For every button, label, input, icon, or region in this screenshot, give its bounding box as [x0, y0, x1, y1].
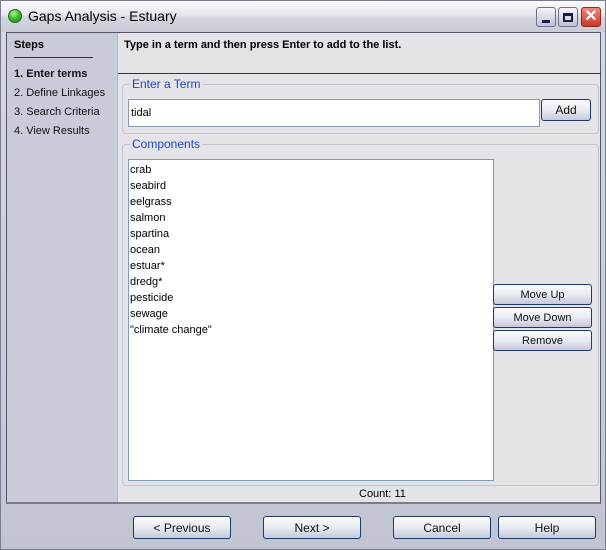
help-button[interactable]: Help	[498, 516, 596, 539]
enter-term-group: Enter a Term Add	[122, 77, 599, 134]
list-item[interactable]: estuar*	[129, 258, 493, 274]
list-item[interactable]: salmon	[129, 210, 493, 226]
list-item[interactable]: crab	[129, 162, 493, 178]
remove-button[interactable]: Remove	[493, 330, 592, 351]
step-enter-terms: 1. Enter terms	[14, 68, 88, 80]
minimize-button[interactable]	[536, 7, 556, 27]
cancel-button[interactable]: Cancel	[393, 516, 491, 539]
wizard-panel: Steps 1. Enter terms 2. Define Linkages …	[6, 32, 601, 504]
steps-sidebar: Steps 1. Enter terms 2. Define Linkages …	[7, 33, 118, 502]
maximize-button[interactable]	[558, 7, 578, 27]
components-list[interactable]: crab seabird eelgrass salmon spartina oc…	[128, 159, 494, 481]
list-item[interactable]: seabird	[129, 178, 493, 194]
list-item[interactable]: dredg*	[129, 274, 493, 290]
app-window: Gaps Analysis - Estuary ✕ Steps 1. Enter…	[0, 0, 606, 550]
window-title: Gaps Analysis - Estuary	[28, 8, 177, 24]
close-icon: ✕	[584, 8, 598, 25]
title-bar[interactable]: Gaps Analysis - Estuary ✕	[1, 1, 605, 32]
instruction-text: Type in a term and then press Enter to a…	[124, 39, 402, 51]
next-button[interactable]: Next >	[263, 516, 361, 539]
term-input[interactable]	[128, 99, 540, 127]
list-item[interactable]: eelgrass	[129, 194, 493, 210]
list-item[interactable]: ocean	[129, 242, 493, 258]
move-down-button[interactable]: Move Down	[493, 307, 592, 328]
list-item[interactable]: pesticide	[129, 290, 493, 306]
minimize-icon	[542, 19, 550, 23]
instruction-divider	[118, 73, 601, 74]
list-item[interactable]: sewage	[129, 306, 493, 322]
previous-button[interactable]: < Previous	[133, 516, 231, 539]
step-view-results: 4. View Results	[14, 125, 90, 137]
close-button[interactable]: ✕	[581, 7, 601, 27]
steps-divider	[14, 57, 93, 58]
enter-term-label: Enter a Term	[130, 77, 203, 91]
list-item[interactable]: spartina	[129, 226, 493, 242]
step-search-criteria: 3. Search Criteria	[14, 106, 100, 118]
app-status-icon	[8, 9, 22, 23]
components-label: Components	[130, 137, 203, 151]
steps-title: Steps	[14, 39, 44, 51]
maximize-icon	[563, 12, 573, 22]
move-up-button[interactable]: Move Up	[493, 284, 592, 305]
count-label: Count: 11	[359, 488, 406, 500]
step-define-linkages: 2. Define Linkages	[14, 87, 106, 99]
list-item[interactable]: "climate change"	[129, 322, 493, 338]
components-group: Components crab seabird eelgrass salmon …	[122, 137, 599, 486]
add-button[interactable]: Add	[541, 99, 591, 121]
